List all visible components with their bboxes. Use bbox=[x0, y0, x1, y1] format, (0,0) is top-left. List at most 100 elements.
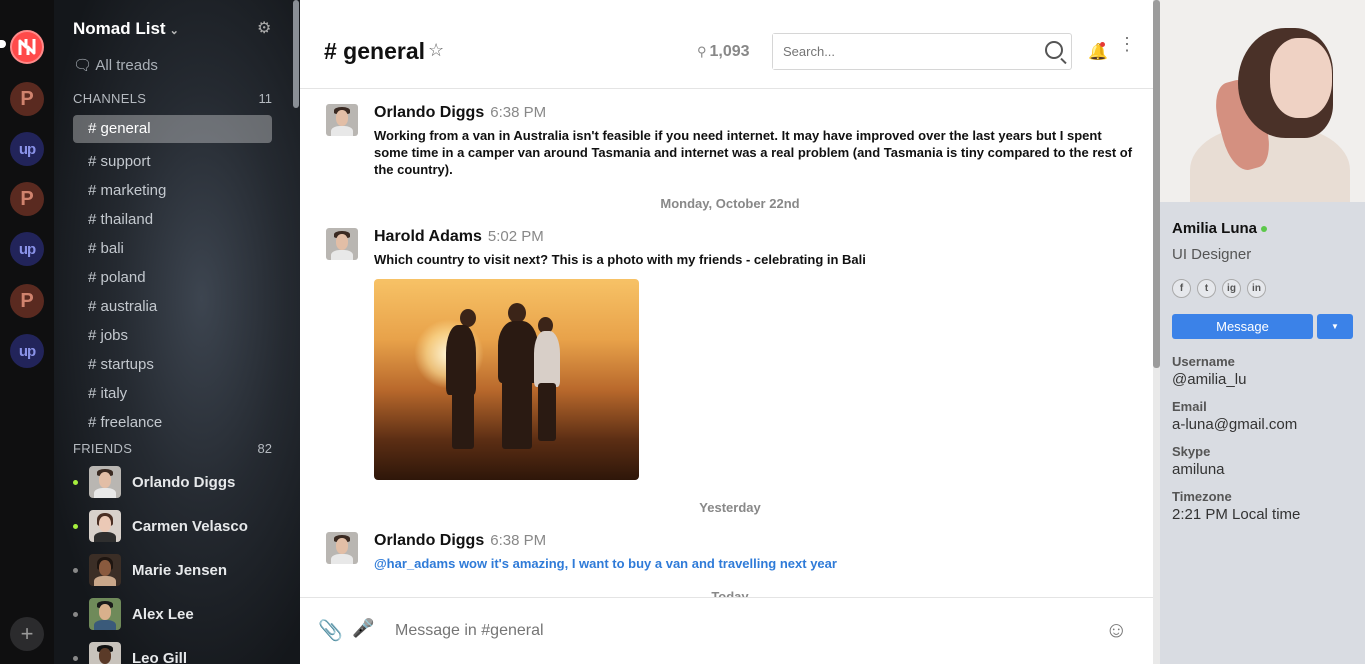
avatar[interactable] bbox=[326, 228, 358, 260]
channel-header: # general ☆ ⚲1,093 🔔 ⋮ bbox=[300, 0, 1160, 89]
photo-person-head bbox=[508, 303, 526, 323]
channel-support[interactable]: # support bbox=[73, 148, 272, 176]
message-author[interactable]: Orlando Diggs 6:38 PM bbox=[374, 104, 546, 122]
message-time: 5:02 PM bbox=[487, 228, 544, 245]
photo-body bbox=[1190, 125, 1350, 202]
search-input[interactable] bbox=[773, 34, 1033, 69]
notification-dot bbox=[1100, 42, 1105, 47]
search-icon[interactable] bbox=[1045, 41, 1063, 59]
channels-heading: CHANNELS bbox=[73, 91, 147, 106]
message: Orlando Diggs 6:38 PM @har_adams wow it's… bbox=[326, 532, 1136, 582]
username-label: Username bbox=[1172, 354, 1235, 369]
photo-person bbox=[498, 321, 538, 383]
channel-jobs[interactable]: # jobs bbox=[73, 322, 272, 350]
channel-bali[interactable]: # bali bbox=[73, 235, 272, 263]
friend-name: Carmen Velasco bbox=[132, 517, 248, 535]
friend-name: Marie Jensen bbox=[132, 561, 228, 579]
channel-freelance[interactable]: # freelance bbox=[73, 409, 272, 437]
photo-person-legs bbox=[502, 379, 532, 449]
friends-count: 82 bbox=[257, 441, 272, 456]
attached-photo[interactable] bbox=[374, 279, 639, 480]
workspace-up-3[interactable]: up bbox=[10, 334, 44, 368]
threads-icon: 🗨 bbox=[73, 57, 93, 74]
message-button[interactable]: Message bbox=[1172, 314, 1313, 339]
paperclip-icon[interactable]: 📎 bbox=[318, 618, 343, 643]
channel-title: # general bbox=[324, 38, 425, 64]
member-count[interactable]: ⚲ 1,093 bbox=[697, 43, 750, 61]
profile-photo bbox=[1160, 0, 1365, 202]
caret-down-icon: ▼ bbox=[1331, 322, 1339, 331]
workspace-p-2[interactable]: P bbox=[10, 182, 44, 216]
author-name: Harold Adams bbox=[374, 228, 482, 245]
avatar[interactable] bbox=[326, 104, 358, 136]
channel-general[interactable]: # general bbox=[73, 115, 272, 143]
message: Orlando Diggs 6:38 PM Working from a van … bbox=[326, 104, 1136, 184]
day-separator: Monday, October 22nd bbox=[660, 196, 800, 211]
workspace-p-3[interactable]: P bbox=[10, 284, 44, 318]
day-separator: Today bbox=[711, 589, 749, 597]
friend-carmen-velasco[interactable]: Carmen Velasco bbox=[73, 509, 248, 543]
avatar[interactable] bbox=[326, 532, 358, 564]
friend-name: Leo Gill bbox=[132, 649, 188, 664]
message-input[interactable] bbox=[395, 616, 1075, 646]
channel-startups[interactable]: # startups bbox=[73, 351, 272, 379]
message-composer: 📎 🎤 ☺ bbox=[300, 597, 1160, 664]
friend-marie-jensen[interactable]: Marie Jensen bbox=[73, 553, 227, 587]
search-box bbox=[772, 33, 1072, 70]
channel-poland[interactable]: # poland bbox=[73, 264, 272, 292]
skype-label: Skype bbox=[1172, 444, 1211, 459]
workspace-up-2[interactable]: up bbox=[10, 232, 44, 266]
team-switcher[interactable]: Nomad List ⌄ bbox=[73, 19, 179, 39]
avatar bbox=[89, 554, 121, 586]
photo-face bbox=[1270, 38, 1332, 118]
channel-thailand[interactable]: # thailand bbox=[73, 206, 272, 234]
avatar bbox=[89, 598, 121, 630]
friend-orlando-diggs[interactable]: Orlando Diggs bbox=[73, 465, 235, 499]
photo-person-legs bbox=[452, 391, 474, 449]
scrollbar-thumb[interactable] bbox=[1153, 0, 1160, 368]
photo-person-legs bbox=[538, 383, 556, 441]
avatar bbox=[89, 466, 121, 498]
skype-value: amiluna bbox=[1172, 461, 1225, 478]
email-value[interactable]: a-luna@gmail.com bbox=[1172, 416, 1297, 433]
message-text-mention[interactable]: @har_adams wow it's amazing, I want to b… bbox=[374, 555, 1134, 572]
nomad-logo-icon bbox=[18, 39, 36, 55]
workspace-up-1[interactable]: up bbox=[10, 132, 44, 166]
twitter-icon[interactable]: t bbox=[1197, 279, 1216, 298]
channels-count: 11 bbox=[258, 91, 273, 106]
add-workspace-button[interactable]: + bbox=[10, 617, 44, 651]
online-status-dot bbox=[73, 479, 78, 485]
workspace-p-1[interactable]: P bbox=[10, 82, 44, 116]
user-icon: ⚲ bbox=[697, 44, 707, 59]
workspace-rail: P up P up P up + bbox=[0, 0, 54, 664]
offline-status-dot bbox=[73, 611, 78, 617]
chat-main: # general ☆ ⚲1,093 🔔 ⋮ Orlando Diggs 6:38… bbox=[300, 0, 1160, 664]
instagram-icon[interactable]: ig bbox=[1222, 279, 1241, 298]
chat-scrollbar[interactable] bbox=[1153, 0, 1160, 664]
linkedin-icon[interactable]: in bbox=[1247, 279, 1266, 298]
facebook-icon[interactable]: f bbox=[1172, 279, 1191, 298]
channel-marketing[interactable]: # marketing bbox=[73, 177, 272, 205]
email-label: Email bbox=[1172, 399, 1207, 414]
sidebar-scrollbar[interactable] bbox=[293, 0, 299, 108]
avatar bbox=[89, 642, 121, 664]
online-status-dot bbox=[1261, 226, 1268, 233]
all-threads-link[interactable]: 🗨 All treads bbox=[73, 56, 158, 74]
star-icon[interactable]: ☆ bbox=[428, 40, 444, 61]
channel-australia[interactable]: # australia bbox=[73, 293, 272, 321]
message-dropdown-button[interactable]: ▼ bbox=[1317, 314, 1353, 339]
message-author[interactable]: Harold Adams 5:02 PM bbox=[374, 228, 544, 246]
message-time: 6:38 PM bbox=[490, 532, 547, 549]
more-options-icon[interactable]: ⋮ bbox=[1118, 35, 1136, 53]
microphone-icon[interactable]: 🎤 bbox=[352, 618, 374, 639]
channel-italy[interactable]: # italy bbox=[73, 380, 272, 408]
gear-icon[interactable]: ⚙ bbox=[257, 18, 271, 38]
emoji-icon[interactable]: ☺ bbox=[1105, 617, 1127, 643]
profile-panel: Amilia Luna UI Designer f t ig in Messag… bbox=[1160, 0, 1365, 664]
friend-alex-lee[interactable]: Alex Lee bbox=[73, 597, 194, 631]
workspace-nomad-list[interactable] bbox=[10, 30, 44, 64]
friend-leo-gill[interactable]: Leo Gill bbox=[73, 641, 187, 664]
active-workspace-indicator bbox=[0, 40, 6, 48]
profile-name-text: Amilia Luna bbox=[1172, 220, 1258, 237]
message-author[interactable]: Orlando Diggs 6:38 PM bbox=[374, 532, 546, 550]
